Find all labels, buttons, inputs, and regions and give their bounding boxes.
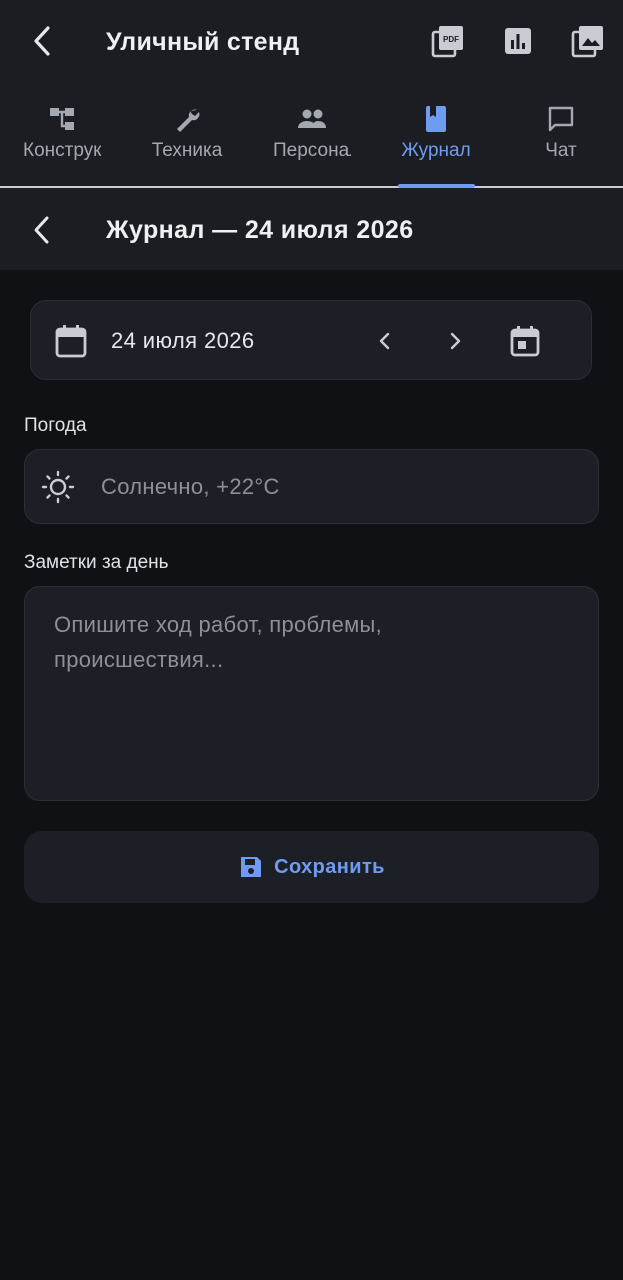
tab-bar: Конструкции Техника Персонал: [0, 96, 623, 186]
page-title: Уличный стенд: [106, 28, 300, 56]
svg-text:PDF: PDF: [443, 35, 459, 44]
tab-equipment[interactable]: Техника: [125, 96, 249, 186]
bar-chart-icon: [505, 28, 531, 54]
tab-label: Персонал: [273, 140, 351, 161]
gallery-button[interactable]: [570, 22, 606, 60]
calendar-icon: [53, 323, 89, 359]
hierarchy-icon: [50, 108, 74, 130]
journal-title: Журнал — 24 июля 2026: [106, 216, 414, 244]
journal-back-button[interactable]: [28, 214, 56, 246]
weather-placeholder: Солнечно, +22°C: [101, 474, 280, 499]
tab-label: Техника: [151, 140, 223, 161]
back-button[interactable]: [28, 24, 56, 58]
chat-bubble-icon: [548, 106, 574, 132]
tab-staff[interactable]: Персонал: [250, 96, 374, 186]
journal-header: Журнал — 24 июля 2026: [0, 188, 623, 270]
notes-textarea[interactable]: Опишите ход работ, проблемы, происшестви…: [24, 586, 599, 801]
app-header: Уличный стенд PDF Конструк Техника Персо…: [0, 0, 623, 188]
people-icon: [298, 109, 326, 128]
save-button[interactable]: Сохранить: [24, 831, 599, 903]
weather-field[interactable]: Солнечно, +22°C: [24, 449, 599, 524]
chevron-left-icon: [34, 26, 50, 56]
notes-placeholder: Опишите ход работ, проблемы, происшестви…: [54, 612, 383, 672]
tab-journal[interactable]: Журнал: [374, 96, 498, 186]
next-day-button[interactable]: [437, 323, 473, 359]
export-pdf-button[interactable]: PDF: [430, 22, 466, 60]
image-icon: [571, 26, 603, 58]
report-button[interactable]: [500, 22, 536, 60]
wrench-icon: [177, 109, 200, 132]
save-button-label: Сохранить: [274, 855, 385, 878]
chevron-left-icon: [34, 216, 49, 244]
tab-label: Конструкции: [23, 140, 101, 161]
previous-day-button[interactable]: [367, 323, 403, 359]
pdf-icon: PDF: [431, 26, 463, 58]
chevron-right-icon: [450, 332, 461, 350]
chevron-left-icon: [379, 332, 390, 350]
bookmark-book-icon: [426, 106, 446, 132]
tab-chat[interactable]: Чат: [499, 96, 623, 186]
date-selector: 24 июля 2026: [30, 300, 592, 380]
save-icon: [238, 854, 264, 880]
calendar-today-icon: [510, 326, 540, 357]
tab-constructions[interactable]: Конструкции: [0, 96, 124, 186]
tab-label: Чат: [545, 140, 577, 161]
weather-label: Погода: [24, 415, 87, 436]
sun-icon: [41, 470, 75, 504]
today-button[interactable]: [507, 323, 543, 359]
notes-label: Заметки за день: [24, 552, 169, 573]
selected-date[interactable]: 24 июля 2026: [111, 325, 255, 357]
tab-label: Журнал: [401, 140, 471, 161]
